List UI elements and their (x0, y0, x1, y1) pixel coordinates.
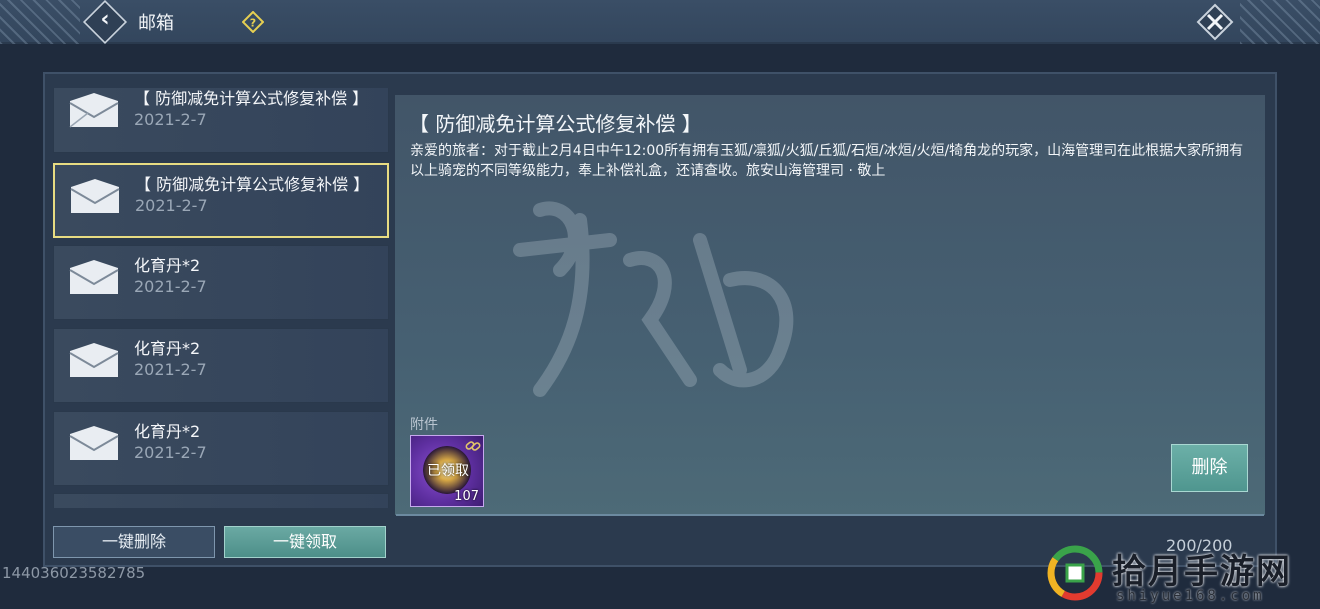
question-diamond-icon[interactable]: ? (242, 11, 264, 33)
link-chain-icon (465, 441, 481, 451)
mail-subject: 化育丹*2 (134, 422, 201, 441)
mail-date: 2021-2-7 (134, 110, 207, 129)
corner-ornament-right (1240, 0, 1320, 44)
delete-button[interactable]: 删除 (1171, 444, 1248, 492)
chevron-left-icon[interactable]: ‹ (94, 5, 116, 35)
mail-subject: 【 防御减免计算公式修复补偿 】 (135, 175, 370, 194)
site-logo-icon (1047, 545, 1103, 601)
envelope-icon (70, 179, 120, 213)
mail-list-item[interactable]: 化育丹*2 2021-2-7 (53, 328, 389, 403)
page-title: 邮箱 (138, 13, 174, 34)
mail-detail-body: 亲爱的旅者：对于截止2月4日中午12:00所有拥有玉狐/凛狐/火狐/丘狐/石烜/… (410, 143, 1244, 179)
mail-subject: 化育丹*2 (134, 339, 201, 358)
delete-all-button[interactable]: 一键删除 (53, 526, 215, 558)
svg-text:?: ? (250, 17, 256, 30)
mail-list-item-selected[interactable]: 【 防御减免计算公式修复补偿 】 2021-2-7 (53, 163, 389, 238)
claim-all-button[interactable]: 一键领取 (224, 526, 386, 558)
mail-date: 2021-2-7 (135, 196, 208, 215)
detail-divider (396, 514, 1264, 516)
mail-list-item[interactable]: 【 防御减免计算公式修复补偿 】 2021-2-7 (53, 88, 389, 153)
mail-list[interactable]: 【 防御减免计算公式修复补偿 】 2021-2-7 【 防御减免计算公式修复补偿… (53, 88, 390, 508)
user-id: 144036023582785 (2, 564, 146, 582)
site-name: 拾月手游网 (1112, 552, 1292, 592)
envelope-icon (69, 93, 119, 128)
mail-list-item[interactable]: 化育丹*2 2021-2-7 (53, 245, 389, 320)
mail-list-item-partial[interactable] (53, 493, 389, 508)
mail-date: 2021-2-7 (134, 360, 207, 379)
attachments-label: 附件 (410, 417, 438, 433)
envelope-icon (69, 343, 119, 377)
close-x-icon[interactable] (1196, 3, 1234, 41)
attachment-status: 已领取 (427, 463, 469, 479)
mail-subject: 化育丹*2 (134, 256, 201, 275)
mail-date: 2021-2-7 (134, 443, 207, 462)
envelope-icon (69, 260, 119, 294)
corner-ornament-left (0, 0, 80, 44)
attachment-item[interactable]: 已领取 107 (410, 435, 484, 507)
site-url: shiyue168.com (1116, 588, 1265, 604)
mail-list-item[interactable]: 化育丹*2 2021-2-7 (53, 411, 389, 486)
mail-subject: 【 防御减免计算公式修复补偿 】 (134, 89, 369, 108)
top-bar (0, 0, 1320, 44)
envelope-icon (69, 426, 119, 460)
brush-watermark (513, 201, 794, 397)
attachment-count: 107 (454, 489, 479, 504)
mail-detail-title: 【 防御减免计算公式修复补偿 】 (409, 112, 702, 136)
mail-date: 2021-2-7 (134, 277, 207, 296)
